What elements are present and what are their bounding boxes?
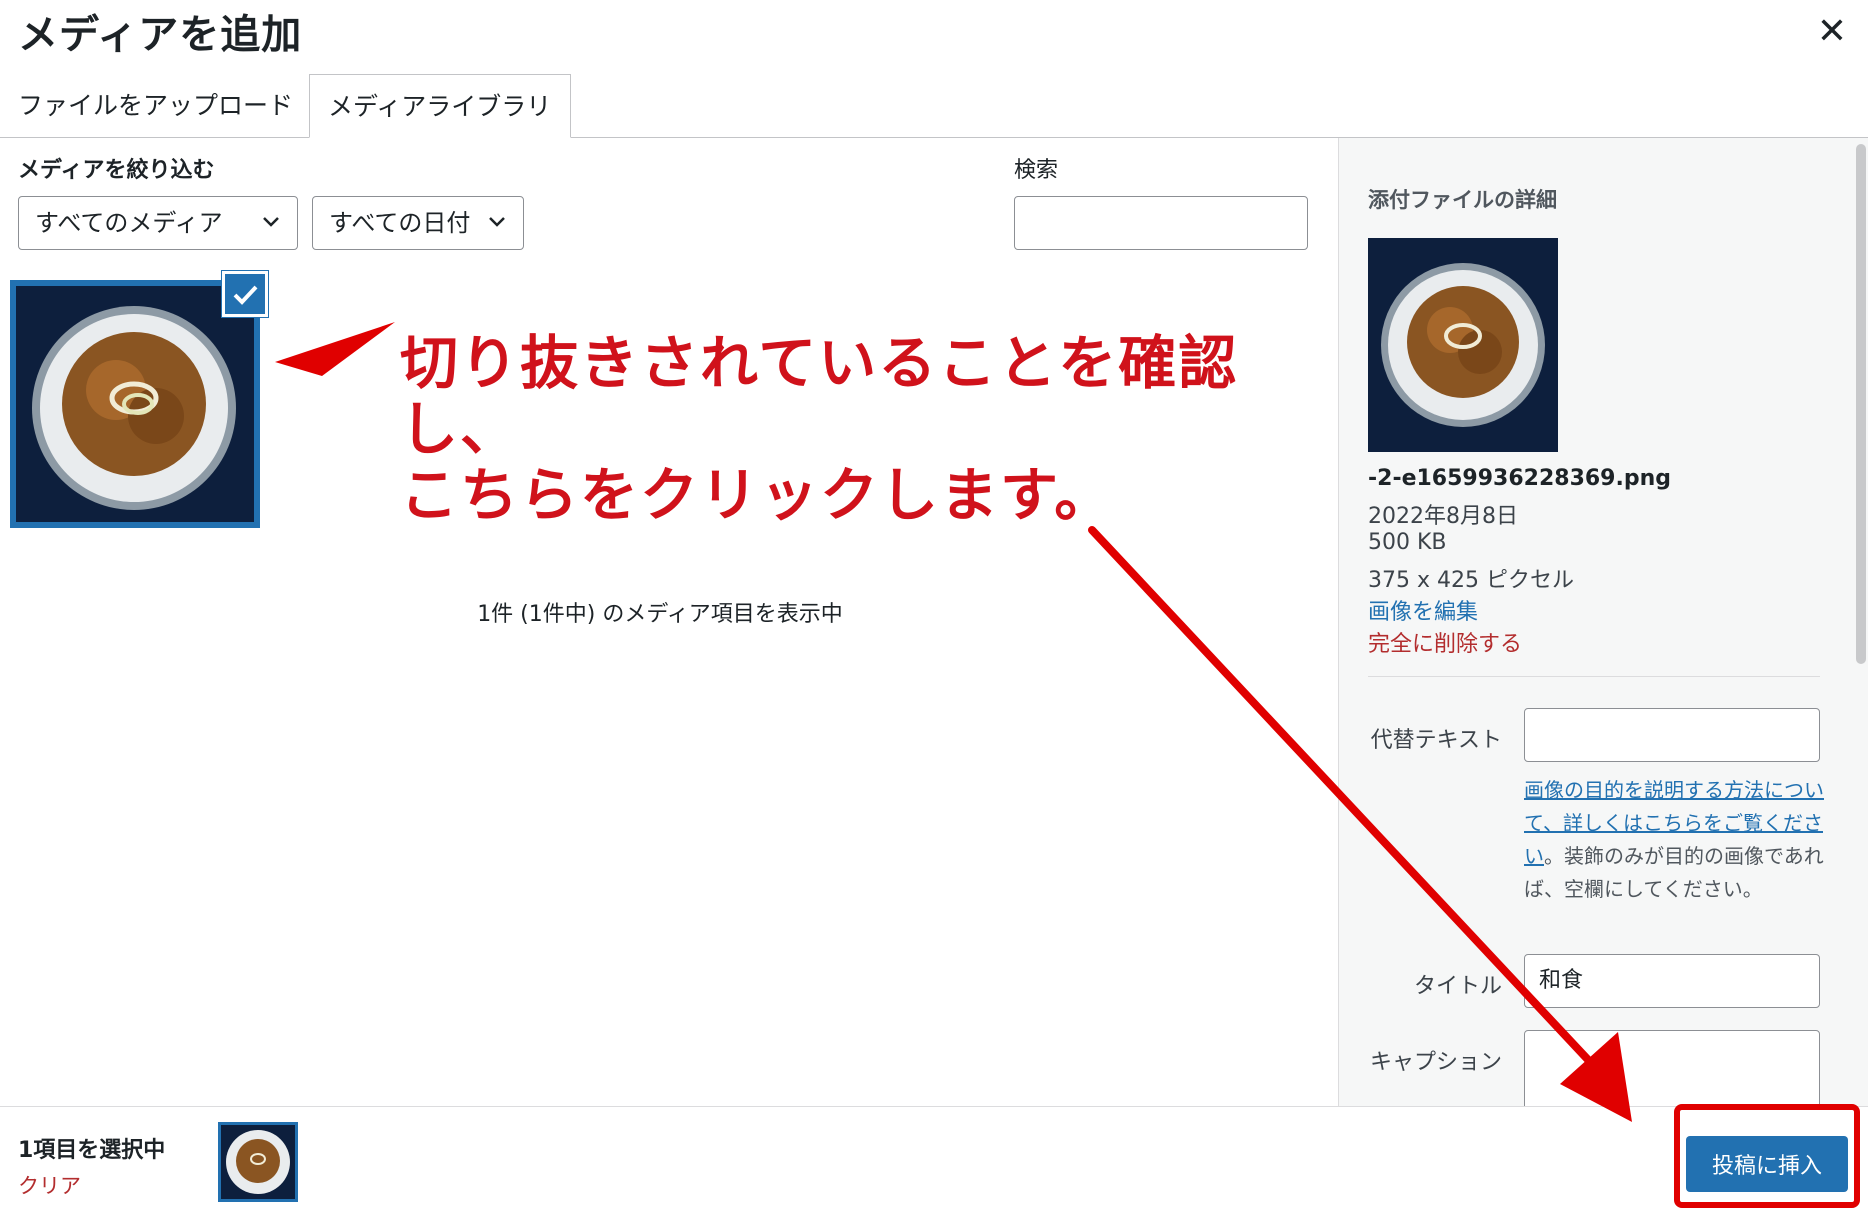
attachment-date: 2022年8月8日 (1368, 504, 1518, 529)
attachment-details-heading: 添付ファイルの詳細 (1368, 188, 1557, 212)
sidebar-divider (1368, 676, 1820, 677)
natto-bowl-image (221, 1125, 295, 1199)
selected-check-icon[interactable] (222, 271, 268, 317)
edit-image-link[interactable]: 画像を編集 (1368, 594, 1478, 626)
search-label: 検索 (1014, 158, 1059, 183)
search-input[interactable] (1014, 196, 1308, 250)
annotation-line-2: こちらをクリックします。 (400, 461, 1115, 529)
selected-item-thumbnail[interactable] (218, 1122, 298, 1202)
arrow-left-icon (275, 322, 395, 376)
clear-selection-link[interactable]: クリア (18, 1170, 81, 1200)
natto-bowl-image (1368, 238, 1558, 452)
media-count-text: 1件 (1件中) のメディア項目を表示中 (477, 602, 843, 627)
alt-text-input[interactable] (1524, 708, 1820, 762)
attachment-dimensions: 375 x 425 ピクセル (1368, 568, 1574, 593)
attachment-size: 500 KB (1368, 530, 1447, 555)
close-icon[interactable]: ✕ (1812, 12, 1852, 52)
sidebar-scrollbar[interactable] (1856, 144, 1866, 664)
title-input[interactable]: 和食 (1524, 954, 1820, 1008)
title-label: タイトル (1413, 974, 1502, 999)
media-type-select[interactable]: すべてのメディア (18, 196, 298, 250)
media-thumbnail[interactable] (10, 280, 260, 528)
media-type-select-value: すべてのメディア (35, 209, 223, 237)
tab-upload-files[interactable]: ファイルをアップロード (0, 74, 311, 138)
delete-permanently-link[interactable]: 完全に削除する (1368, 626, 1522, 658)
dialog-title: メディアを追加 (18, 12, 303, 58)
annotation-line-1: 切り抜きされていることを確認し、 (400, 329, 1239, 463)
tab-media-library[interactable]: メディアライブラリ (309, 74, 571, 138)
attachment-filename: -2-e1659936228369.png (1368, 466, 1672, 491)
chevron-down-icon (489, 217, 505, 227)
alt-text-help: 画像の目的を説明する方法について、詳しくはこちらをご覧ください。装飾のみが目的の… (1524, 774, 1824, 906)
selection-count: 1項目を選択中 (18, 1138, 166, 1163)
chevron-down-icon (263, 217, 279, 227)
natto-bowl-image (16, 286, 254, 522)
filter-label: メディアを絞り込む (18, 158, 215, 183)
alt-text-label: 代替テキスト (1370, 728, 1502, 753)
date-select[interactable]: すべての日付 (312, 196, 524, 250)
date-select-value: すべての日付 (329, 209, 471, 237)
caption-label: キャプション (1369, 1050, 1502, 1075)
insert-into-post-button[interactable]: 投稿に挿入 (1686, 1136, 1848, 1192)
attachment-preview (1368, 238, 1558, 452)
instruction-annotation: 切り抜きされていることを確認し、 こちらをクリックします。 (400, 330, 1320, 528)
alt-text-help-text: 。装飾のみが目的の画像であれば、空欄にしてください。 (1524, 844, 1824, 901)
